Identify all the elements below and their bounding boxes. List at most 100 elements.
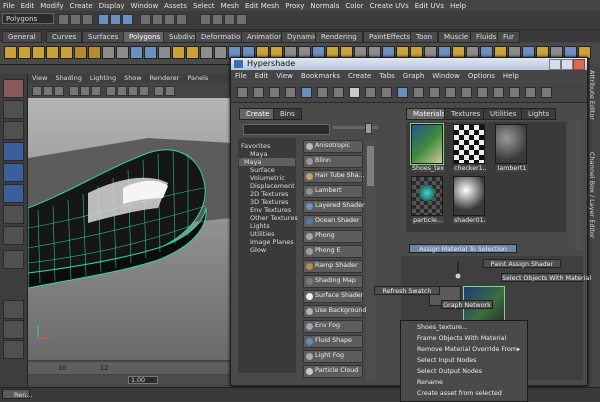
textured-icon[interactable] bbox=[128, 86, 138, 96]
menu-item-mesh[interactable]: Mesh bbox=[218, 2, 242, 10]
shelf-tool-icon[interactable] bbox=[32, 46, 45, 59]
shelf-tool-icon[interactable] bbox=[88, 46, 101, 59]
tree-item[interactable]: Glow bbox=[250, 246, 266, 254]
select-objects-button[interactable]: Select Objects With Material bbox=[501, 273, 591, 282]
graph-network-button[interactable]: Graph Network bbox=[441, 300, 493, 309]
soft-mod-icon[interactable] bbox=[3, 226, 24, 245]
tree-item[interactable]: Volumetric bbox=[250, 174, 285, 182]
hypershade-tool-icon[interactable] bbox=[461, 87, 472, 98]
hypershade-tool-icon[interactable] bbox=[493, 87, 504, 98]
lights-icon[interactable] bbox=[139, 86, 149, 96]
menu-item-proxy[interactable]: Proxy bbox=[282, 2, 307, 10]
tree-item[interactable]: Maya bbox=[239, 158, 295, 166]
menu-item-assets[interactable]: Assets bbox=[161, 2, 190, 10]
outliner-layout-icon[interactable] bbox=[3, 340, 24, 359]
shelf-tool-icon[interactable] bbox=[18, 46, 31, 59]
node-item[interactable]: Layered Shader bbox=[303, 200, 365, 213]
lasso-tool-icon[interactable] bbox=[3, 100, 24, 119]
hypershade-tool-icon[interactable] bbox=[237, 87, 248, 98]
hypershade-tool-icon[interactable] bbox=[269, 87, 280, 98]
close-button[interactable] bbox=[573, 59, 585, 70]
viewport-menu-lighting[interactable]: Lighting bbox=[86, 74, 120, 83]
shelf-tool-icon[interactable] bbox=[60, 46, 73, 59]
save-scene-icon[interactable] bbox=[82, 14, 93, 25]
shelf-tab-fur[interactable]: Fur bbox=[497, 31, 520, 43]
tree-item[interactable]: Image Planes bbox=[250, 238, 294, 246]
viewport-menu-renderer[interactable]: Renderer bbox=[146, 74, 184, 83]
slider-handle[interactable] bbox=[365, 123, 372, 134]
move-tool-icon[interactable] bbox=[3, 142, 24, 161]
render-settings-icon[interactable] bbox=[236, 14, 247, 25]
show-manip-icon[interactable] bbox=[3, 250, 24, 269]
minimize-button[interactable] bbox=[549, 59, 561, 70]
material-swatch[interactable]: lambert1 bbox=[495, 124, 528, 172]
menu-item-edit[interactable]: Edit bbox=[18, 2, 38, 10]
new-scene-icon[interactable] bbox=[58, 14, 69, 25]
hypershade-menu-help[interactable]: Help bbox=[499, 71, 523, 81]
tab-textures[interactable]: Textures bbox=[444, 108, 488, 120]
shelf-tool-icon[interactable] bbox=[214, 46, 227, 59]
node-filter-input[interactable] bbox=[243, 124, 330, 135]
wireframe-icon[interactable] bbox=[106, 86, 116, 96]
paint-select-tool-icon[interactable] bbox=[3, 121, 24, 140]
open-scene-icon[interactable] bbox=[70, 14, 81, 25]
hypershade-tool-icon[interactable] bbox=[317, 87, 328, 98]
tree-item[interactable]: Utilities bbox=[250, 230, 274, 238]
swatch-size-slider[interactable] bbox=[333, 123, 378, 134]
node-item[interactable]: Ramp Shader bbox=[303, 260, 363, 273]
hypershade-tool-icon[interactable] bbox=[381, 87, 392, 98]
hypershade-tool-icon[interactable] bbox=[541, 87, 552, 98]
tree-item[interactable]: 2D Textures bbox=[250, 190, 288, 198]
hypershade-tool-icon[interactable] bbox=[525, 87, 536, 98]
shelf-tool-icon[interactable] bbox=[158, 46, 171, 59]
node-item[interactable]: Phong bbox=[303, 230, 363, 243]
context-menu-item[interactable]: Rename bbox=[417, 379, 443, 386]
node-item[interactable]: Lambert bbox=[303, 185, 363, 198]
node-item[interactable]: Ocean Shader bbox=[303, 215, 363, 228]
hypershade-tool-icon[interactable] bbox=[477, 87, 488, 98]
node-item[interactable]: Blinn bbox=[303, 155, 363, 168]
ipr-render-icon[interactable] bbox=[224, 14, 235, 25]
mode-selector[interactable]: Polygons bbox=[2, 13, 54, 24]
node-item[interactable]: Env Fog bbox=[303, 320, 363, 333]
assign-material-button[interactable]: Assign Material To Selection bbox=[409, 244, 517, 253]
menu-item-create-uvs[interactable]: Create UVs bbox=[367, 2, 412, 10]
shelf-tool-icon[interactable] bbox=[130, 46, 143, 59]
rotate-tool-icon[interactable] bbox=[3, 163, 24, 182]
shelf-tool-icon[interactable] bbox=[102, 46, 115, 59]
hypershade-tool-icon[interactable] bbox=[333, 87, 344, 98]
scale-tool-icon[interactable] bbox=[3, 184, 24, 203]
node-item[interactable]: Anisotropic bbox=[303, 140, 363, 153]
menu-item-color[interactable]: Color bbox=[342, 2, 366, 10]
material-swatch[interactable]: Shoes_tex... bbox=[410, 123, 444, 172]
tree-item[interactable]: Other Textures bbox=[250, 214, 298, 222]
shelf-tab-painteffects[interactable]: PaintEffects bbox=[363, 31, 417, 43]
shelf-tab-polygons[interactable]: Polygons bbox=[123, 31, 167, 43]
shelf-tab-toon[interactable]: Toon bbox=[410, 31, 439, 43]
hypershade-titlebar[interactable]: Hypershade bbox=[231, 58, 587, 70]
hypershade-menu-bookmarks[interactable]: Bookmarks bbox=[297, 71, 344, 81]
shelf-tab-surfaces[interactable]: Surfaces bbox=[82, 31, 125, 43]
node-item[interactable]: Light Fog bbox=[303, 350, 363, 363]
attribute-editor-tab[interactable]: Attribute Editor bbox=[588, 70, 596, 120]
smooth-shade-icon[interactable] bbox=[117, 86, 127, 96]
menu-item-help[interactable]: Help bbox=[447, 2, 469, 10]
node-item[interactable]: Fluid Shape bbox=[303, 335, 363, 348]
node-list-scrollbar[interactable] bbox=[366, 140, 375, 380]
camera-attrs-icon[interactable] bbox=[43, 86, 53, 96]
menu-item-select[interactable]: Select bbox=[190, 2, 218, 10]
menu-item-normals[interactable]: Normals bbox=[307, 2, 342, 10]
hypershade-menu-edit[interactable]: Edit bbox=[251, 71, 273, 81]
xray-icon[interactable] bbox=[165, 86, 175, 96]
scrollbar-thumb[interactable] bbox=[367, 146, 374, 186]
single-view-icon[interactable] bbox=[3, 300, 24, 319]
hypershade-menu-window[interactable]: Window bbox=[428, 71, 464, 81]
shelf-tool-icon[interactable] bbox=[200, 46, 213, 59]
menu-item-file[interactable]: File bbox=[0, 2, 18, 10]
context-menu-item[interactable]: Frame Objects With Material bbox=[417, 335, 506, 342]
tab-lights[interactable]: Lights bbox=[521, 108, 557, 120]
select-component-icon[interactable] bbox=[122, 14, 133, 25]
context-menu-item[interactable]: Create asset from selected bbox=[417, 390, 502, 397]
viewport-menu-show[interactable]: Show bbox=[120, 74, 146, 83]
node-item[interactable]: Hair Tube Sha... bbox=[303, 170, 365, 183]
